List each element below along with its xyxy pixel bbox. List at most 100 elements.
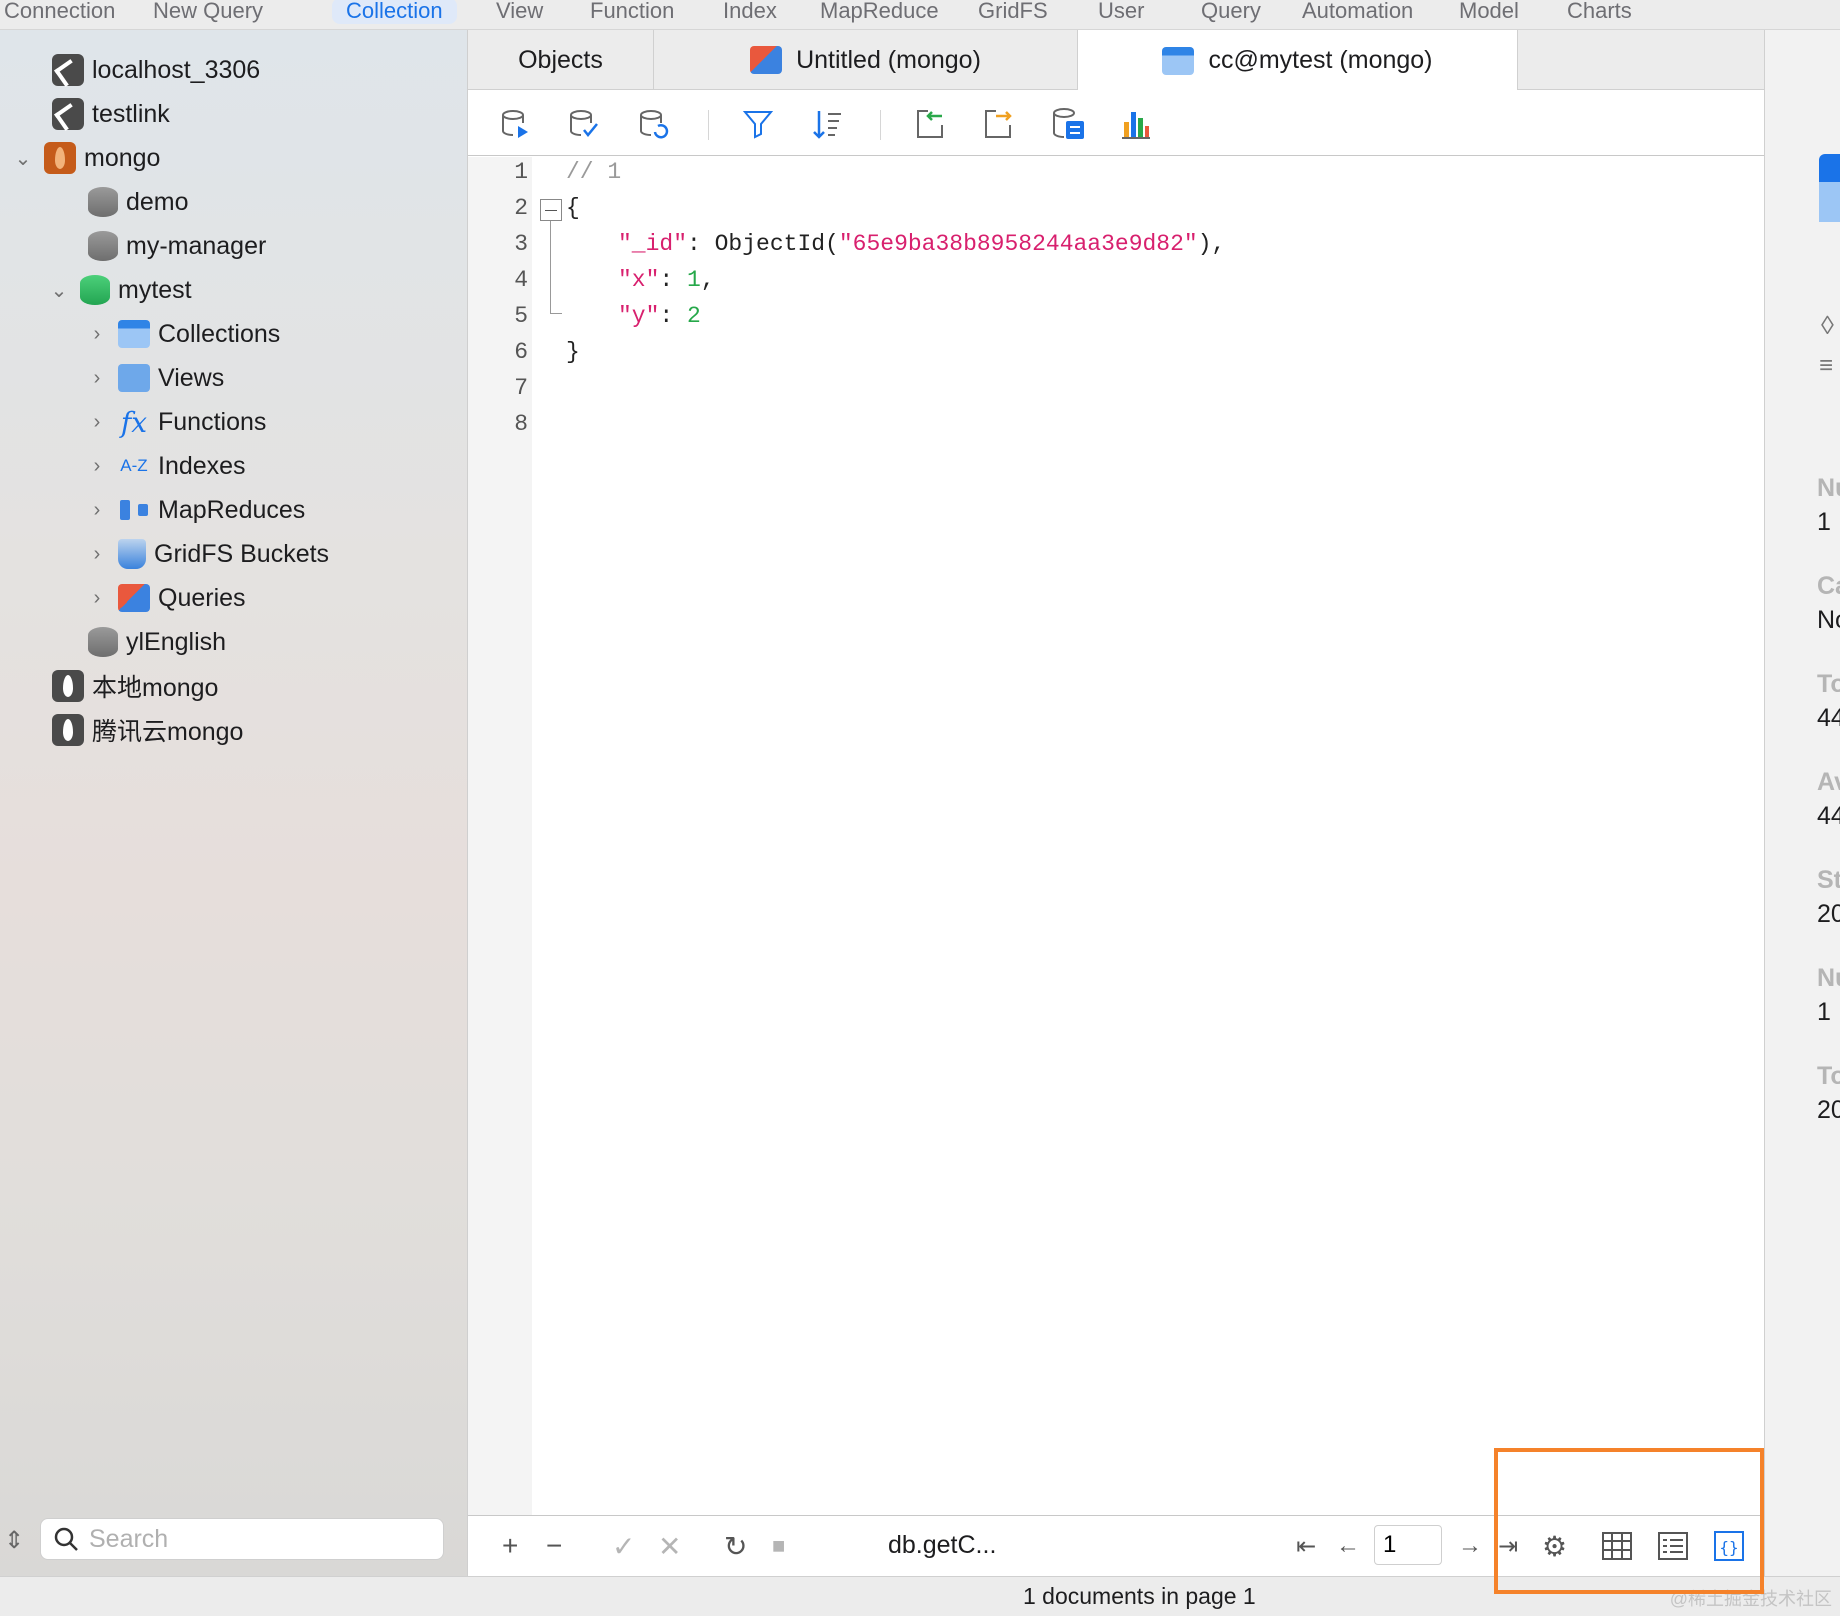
menu-view[interactable]: View (496, 0, 543, 24)
sidebar-search[interactable] (40, 1518, 444, 1560)
import-icon[interactable] (912, 106, 948, 142)
sort-icon[interactable] (809, 106, 845, 142)
line-number: 8 (514, 411, 528, 437)
svg-text:{}: {} (1719, 1538, 1738, 1557)
data-generator-icon[interactable] (1050, 106, 1086, 142)
tree-item-ylenglish[interactable]: ylEnglish (88, 622, 226, 662)
code-close-brace: } (566, 339, 580, 365)
tree-item-demo[interactable]: demo (88, 182, 189, 222)
tab-label: Objects (518, 45, 603, 74)
reload-icon[interactable]: ↻ (724, 1526, 747, 1566)
tree-item-gridfs-buckets[interactable]: › GridFS Buckets (86, 534, 329, 574)
line-number: 6 (514, 339, 528, 365)
tree-item-views[interactable]: › Views (86, 358, 224, 398)
menu-model[interactable]: Model (1459, 0, 1519, 24)
toolbar-divider (880, 110, 881, 140)
tree-view-icon[interactable] (1658, 1526, 1688, 1566)
chevron-right-icon[interactable]: › (86, 587, 108, 609)
filter-toggle-icon[interactable]: ⇕ (4, 1526, 24, 1555)
tree-item-queries[interactable]: › Queries (86, 578, 246, 618)
export-icon[interactable] (980, 106, 1016, 142)
line-number: 3 (514, 231, 528, 257)
apply-icon[interactable]: ✓ (612, 1526, 635, 1566)
menu-mapreduce[interactable]: MapReduce (820, 0, 939, 24)
filter-icon[interactable] (740, 106, 776, 142)
tree-item-tencent-mongo[interactable]: 腾讯云mongo (52, 710, 243, 750)
database-icon: ≡ (1819, 352, 1834, 379)
mongo-connection-icon (44, 142, 76, 174)
menu-function[interactable]: Function (590, 0, 674, 24)
page-number-field[interactable] (1374, 1525, 1442, 1565)
chevron-right-icon[interactable]: › (86, 367, 108, 389)
database-icon (88, 627, 118, 657)
tree-item-label: MapReduces (158, 495, 306, 524)
menu-user[interactable]: User (1098, 0, 1144, 24)
refresh-db-icon[interactable] (636, 106, 672, 142)
fold-guide (550, 221, 551, 313)
database-icon (88, 187, 118, 217)
tree-item-localhost-3306[interactable]: localhost_3306 (52, 50, 260, 90)
stop-icon[interactable]: ■ (772, 1526, 785, 1566)
toolbar-divider (708, 110, 709, 140)
code-comment: // 1 (566, 159, 622, 185)
query-summary: db.getC... (888, 1531, 997, 1559)
last-page-icon[interactable]: ⇥ (1498, 1526, 1518, 1566)
mongo-connection-icon (52, 670, 84, 702)
tab-label: cc@mytest (mongo) (1208, 46, 1433, 74)
menu-index[interactable]: Index (723, 0, 777, 24)
add-icon[interactable]: + (502, 1526, 518, 1566)
json-key: "_id" (618, 231, 688, 257)
info-label: To (1817, 1062, 1840, 1090)
chevron-down-icon[interactable]: ⌄ (48, 279, 70, 302)
tab-bar: Objects Untitled (mongo) cc@mytest (mong… (468, 30, 1840, 91)
chevron-right-icon[interactable]: › (86, 455, 108, 477)
tree-item-functions[interactable]: › fx Functions (86, 402, 267, 442)
json-view-icon[interactable]: {} (1714, 1526, 1744, 1566)
menu-connection[interactable]: Connection (4, 0, 115, 24)
prev-page-icon[interactable]: ← (1336, 1526, 1360, 1566)
remove-icon[interactable]: − (546, 1526, 562, 1566)
functions-icon: fx (120, 405, 148, 439)
chevron-right-icon[interactable]: › (86, 499, 108, 521)
next-page-icon[interactable]: → (1458, 1526, 1482, 1566)
json-colon: : (687, 231, 715, 257)
menu-collection[interactable]: Collection (332, 0, 457, 24)
validate-icon[interactable] (566, 106, 602, 142)
json-editor[interactable]: 1 2 3 4 5 6 7 8 // 1 { "_id": ObjectId("… (468, 157, 1764, 1515)
watermark: @稀土掘金技术社区 (1669, 1589, 1832, 1609)
tab-cc-mytest[interactable]: cc@mytest (mongo) (1078, 30, 1518, 91)
menu-query[interactable]: Query (1201, 0, 1261, 24)
menu-gridfs[interactable]: GridFS (978, 0, 1048, 24)
tree-item-mongo[interactable]: ⌄ mongo (12, 138, 160, 178)
discard-icon[interactable]: ✕ (658, 1526, 681, 1566)
chevron-right-icon[interactable]: › (86, 323, 108, 345)
tree-item-mytest[interactable]: ⌄ mytest (48, 270, 192, 310)
tree-item-indexes[interactable]: › A-Z Indexes (86, 446, 246, 486)
tree-item-my-manager[interactable]: my-manager (88, 226, 266, 266)
tree-item-label: ylEnglish (126, 627, 227, 656)
connection-sidebar: localhost_3306 testlink ⌄ mongo demo my-… (0, 30, 468, 1576)
settings-icon[interactable]: ⚙ (1542, 1526, 1567, 1566)
json-key: "y" (618, 303, 660, 329)
gridfs-icon (118, 539, 146, 569)
fold-toggle-icon[interactable] (540, 199, 562, 221)
tree-item-mapreduces[interactable]: › MapReduces (86, 490, 306, 530)
grid-view-icon[interactable] (1602, 1526, 1632, 1566)
tab-objects[interactable]: Objects (468, 30, 654, 90)
search-input[interactable] (89, 1524, 409, 1554)
tree-item-local-mongo[interactable]: 本地mongo (52, 666, 218, 706)
chevron-down-icon[interactable]: ⌄ (12, 147, 34, 170)
chevron-right-icon[interactable]: › (86, 543, 108, 565)
menu-automation[interactable]: Automation (1302, 0, 1413, 24)
menu-charts[interactable]: Charts (1567, 0, 1632, 24)
chart-icon[interactable] (1118, 106, 1154, 142)
tree-item-testlink[interactable]: testlink (52, 94, 170, 134)
run-icon[interactable] (498, 106, 534, 142)
tree-item-label: Views (158, 363, 225, 392)
first-page-icon[interactable]: ⇤ (1296, 1526, 1316, 1566)
menu-new-query[interactable]: New Query (153, 0, 263, 24)
tree-item-collections[interactable]: › Collections (86, 314, 280, 354)
chevron-right-icon[interactable]: › (86, 411, 108, 433)
info-label: Nu (1817, 474, 1840, 502)
tab-untitled-mongo[interactable]: Untitled (mongo) (654, 30, 1078, 90)
